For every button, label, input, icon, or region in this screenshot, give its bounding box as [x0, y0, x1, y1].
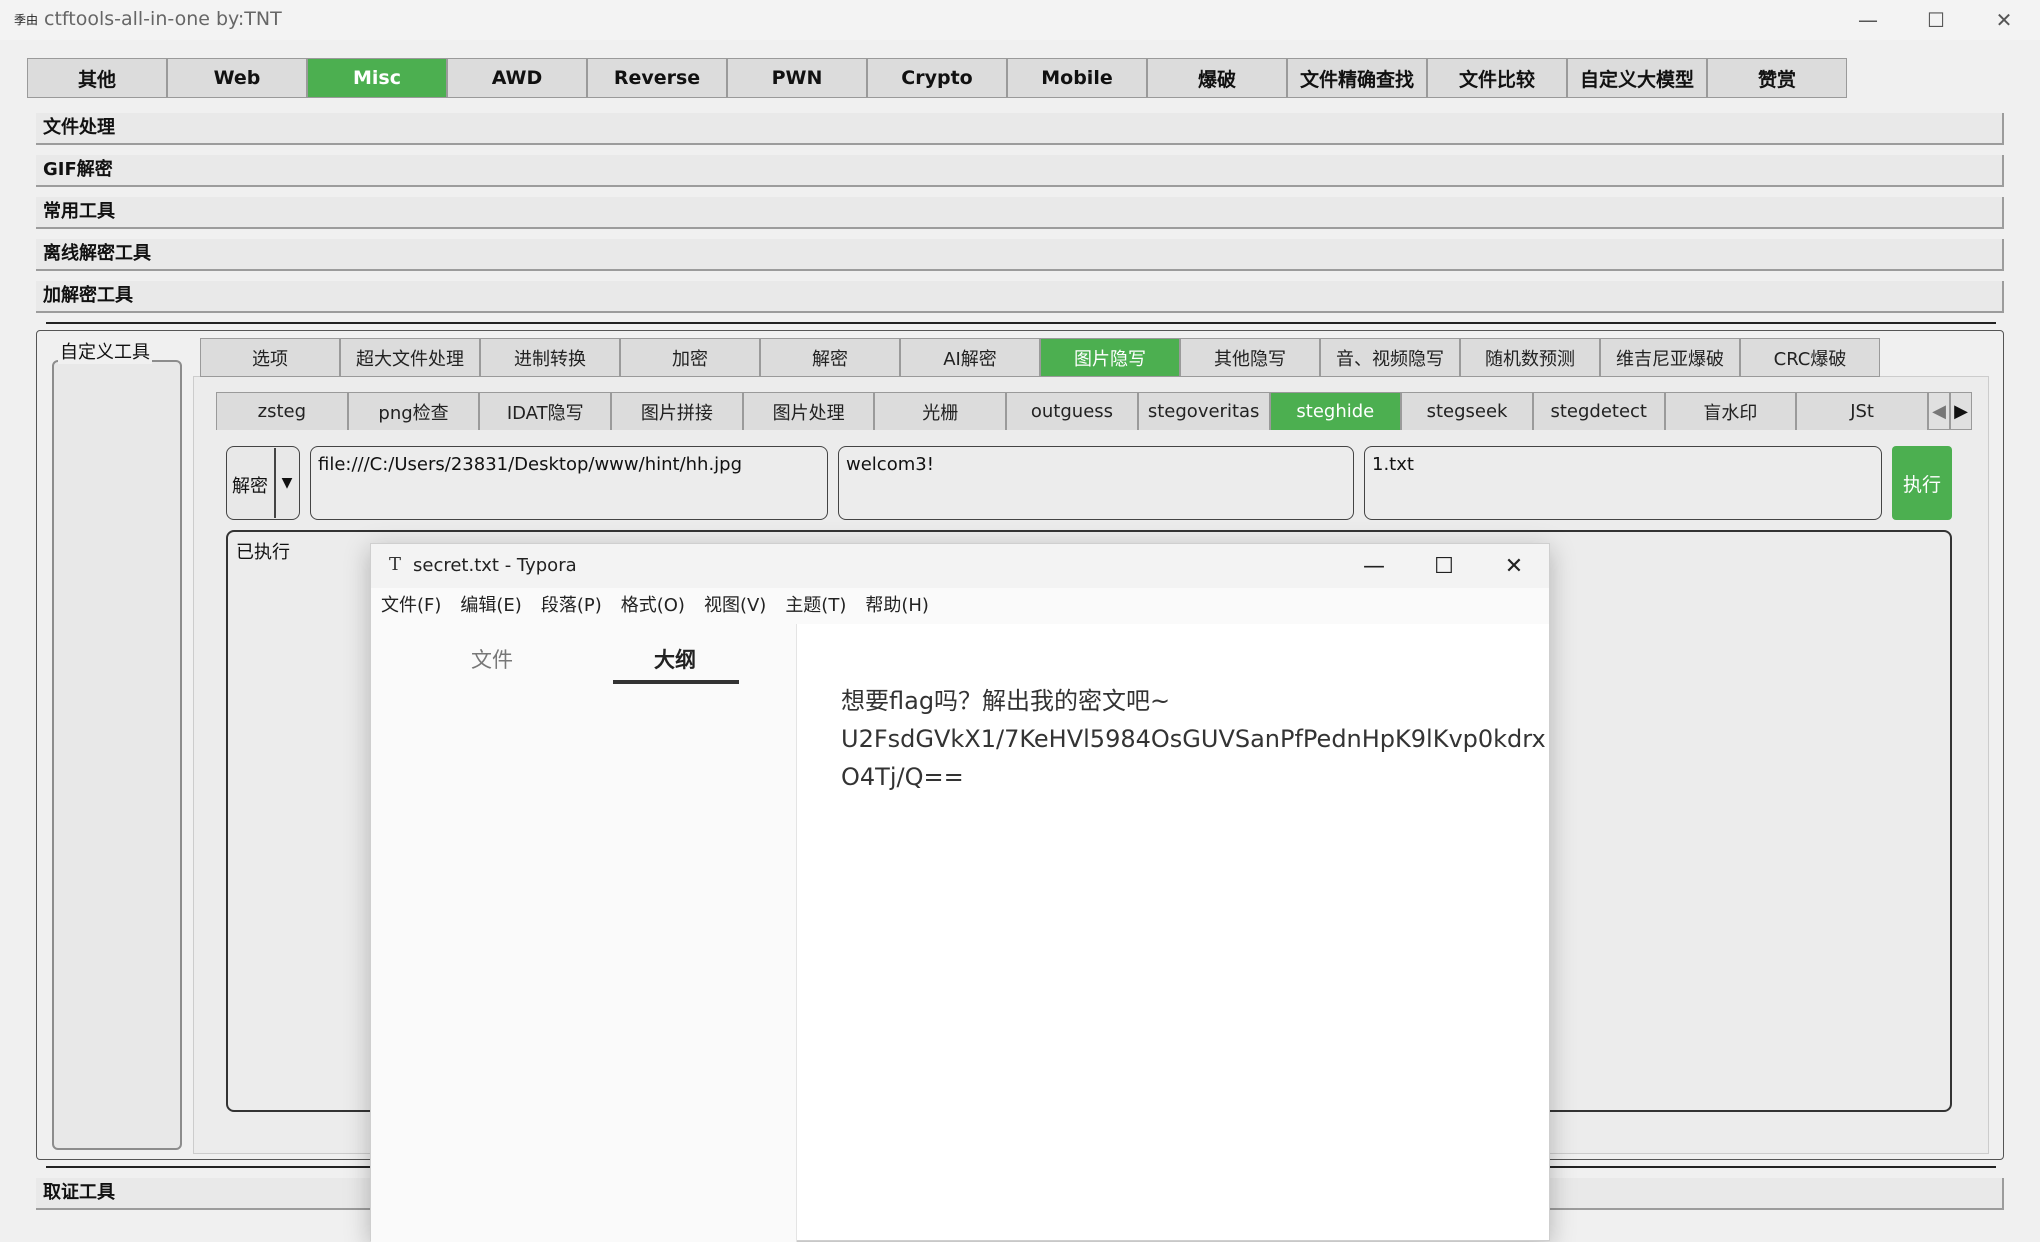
tab-encrypt[interactable]: 加密	[620, 338, 760, 377]
tab-file-search[interactable]: 文件精确查找	[1287, 58, 1427, 98]
section-gif-decrypt[interactable]: GIF解密	[36, 155, 2004, 187]
tab-large-file[interactable]: 超大文件处理	[340, 338, 480, 377]
tab-file-compare[interactable]: 文件比较	[1427, 58, 1567, 98]
tab-bruteforce[interactable]: 爆破	[1147, 58, 1287, 98]
menu-theme[interactable]: 主题(T)	[785, 588, 846, 624]
tab-options[interactable]: 选项	[200, 338, 340, 377]
typora-tab-indicator	[613, 680, 739, 684]
typora-tab-files[interactable]: 文件	[471, 644, 513, 674]
app-icon: 季由	[14, 13, 39, 27]
tab-misc[interactable]: Misc	[307, 58, 447, 98]
tab-jsteg[interactable]: JSt	[1796, 392, 1928, 430]
password-input[interactable]: welcom3!	[838, 446, 1354, 520]
menu-help[interactable]: 帮助(H)	[865, 588, 929, 624]
tab-pwn[interactable]: PWN	[727, 58, 867, 98]
tab-stegoveritas[interactable]: stegoveritas	[1137, 392, 1270, 430]
tab-image-stego[interactable]: 图片隐写	[1040, 338, 1180, 377]
chevron-down-icon[interactable]: ▼	[274, 448, 298, 518]
tab-reverse[interactable]: Reverse	[587, 58, 727, 98]
typora-close-button[interactable]: ✕	[1479, 544, 1549, 588]
tab-idat-stego[interactable]: IDAT隐写	[479, 392, 612, 430]
menu-paragraph[interactable]: 段落(P)	[541, 588, 602, 624]
menu-format[interactable]: 格式(O)	[621, 588, 685, 624]
typora-minimize-button[interactable]: —	[1339, 544, 1409, 588]
execute-button[interactable]: 执行	[1892, 446, 1952, 520]
typora-menu-bar: 文件(F) 编辑(E) 段落(P) 格式(O) 视图(V) 主题(T) 帮助(H…	[371, 588, 1549, 624]
output-text: 已执行	[236, 542, 290, 563]
tab-ai-decrypt[interactable]: AI解密	[900, 338, 1040, 377]
close-button[interactable]: ✕	[1972, 0, 2036, 40]
sub-tab-bar: 选项 超大文件处理 进制转换 加密 解密 AI解密 图片隐写 其他隐写 音、视频…	[200, 338, 1880, 377]
tab-image-process[interactable]: 图片处理	[742, 392, 875, 430]
divider	[46, 322, 1996, 324]
tab-awd[interactable]: AWD	[447, 58, 587, 98]
tab-image-stitch[interactable]: 图片拼接	[611, 392, 743, 430]
tab-mobile[interactable]: Mobile	[1007, 58, 1147, 98]
menu-view[interactable]: 视图(V)	[704, 588, 766, 624]
section-crypto-tools[interactable]: 加解密工具	[36, 281, 2004, 313]
section-file-processing[interactable]: 文件处理	[36, 113, 2004, 145]
tab-zsteg[interactable]: zsteg	[216, 392, 348, 430]
menu-file[interactable]: 文件(F)	[381, 588, 441, 624]
section-common-tools[interactable]: 常用工具	[36, 197, 2004, 229]
file-path-input[interactable]: file:///C:/Users/23831/Desktop/www/hint/…	[310, 446, 828, 520]
tab-other[interactable]: 其他	[27, 58, 167, 98]
menu-edit[interactable]: 编辑(E)	[460, 588, 521, 624]
tab-outguess[interactable]: outguess	[1006, 392, 1138, 430]
custom-tools-label: 自定义工具	[58, 338, 152, 364]
tab-decrypt[interactable]: 解密	[760, 338, 900, 377]
tab-custom-llm[interactable]: 自定义大模型	[1567, 58, 1707, 98]
tab-base-convert[interactable]: 进制转换	[480, 338, 620, 377]
typora-title-bar: T secret.txt - Typora — ☐ ✕	[371, 544, 1549, 588]
section-offline-decrypt[interactable]: 离线解密工具	[36, 239, 2004, 271]
app-title: ctftools-all-in-one by:TNT	[44, 8, 282, 30]
tab-steghide[interactable]: steghide	[1269, 392, 1402, 430]
tab-blind-watermark[interactable]: 盲水印	[1664, 392, 1797, 430]
tab-png-check[interactable]: png检查	[347, 392, 480, 430]
mode-select-value: 解密	[232, 476, 268, 497]
app-title-bar: 季由 ctftools-all-in-one by:TNT — ☐ ✕	[0, 0, 2040, 40]
typora-icon: T	[389, 554, 402, 575]
tab-stegdetect[interactable]: stegdetect	[1532, 392, 1665, 430]
tab-random-predict[interactable]: 随机数预测	[1460, 338, 1600, 377]
tab-raster[interactable]: 光栅	[874, 392, 1007, 430]
typora-title: secret.txt - Typora	[413, 555, 577, 576]
tab-donate[interactable]: 赞赏	[1707, 58, 1847, 98]
scroll-left-icon[interactable]: ◀	[1928, 392, 1950, 430]
custom-tools-list[interactable]	[52, 360, 182, 1150]
tool-tab-bar: zsteg png检查 IDAT隐写 图片拼接 图片处理 光栅 outguess…	[216, 392, 1928, 430]
document-line: O4Tj/Q==	[841, 763, 964, 791]
typora-sidebar	[371, 624, 797, 1242]
tab-crc-brute[interactable]: CRC爆破	[1740, 338, 1880, 377]
typora-document[interactable]: 想要flag吗？解出我的密文吧~ U2FsdGVkX1/7KeHVl5984Os…	[841, 682, 1546, 796]
maximize-button[interactable]: ☐	[1904, 0, 1968, 40]
document-line: U2FsdGVkX1/7KeHVl5984OsGUVSanPfPednHpK9l…	[841, 725, 1546, 753]
tab-web[interactable]: Web	[167, 58, 307, 98]
minimize-button[interactable]: —	[1836, 0, 1900, 40]
tab-other-stego[interactable]: 其他隐写	[1180, 338, 1320, 377]
tab-vigenere-brute[interactable]: 维吉尼亚爆破	[1600, 338, 1740, 377]
output-file-input[interactable]: 1.txt	[1364, 446, 1882, 520]
tab-av-stego[interactable]: 音、视频隐写	[1320, 338, 1460, 377]
scroll-right-icon[interactable]: ▶	[1950, 392, 1972, 430]
typora-tab-outline[interactable]: 大纲	[654, 644, 696, 674]
tab-crypto[interactable]: Crypto	[867, 58, 1007, 98]
typora-window: T secret.txt - Typora — ☐ ✕ 文件(F) 编辑(E) …	[370, 543, 1550, 1242]
main-tab-bar: 其他 Web Misc AWD Reverse PWN Crypto Mobil…	[27, 58, 1847, 98]
document-line: 想要flag吗？解出我的密文吧~	[841, 687, 1171, 715]
typora-maximize-button[interactable]: ☐	[1409, 544, 1479, 588]
tab-stegseek[interactable]: stegseek	[1401, 392, 1533, 430]
